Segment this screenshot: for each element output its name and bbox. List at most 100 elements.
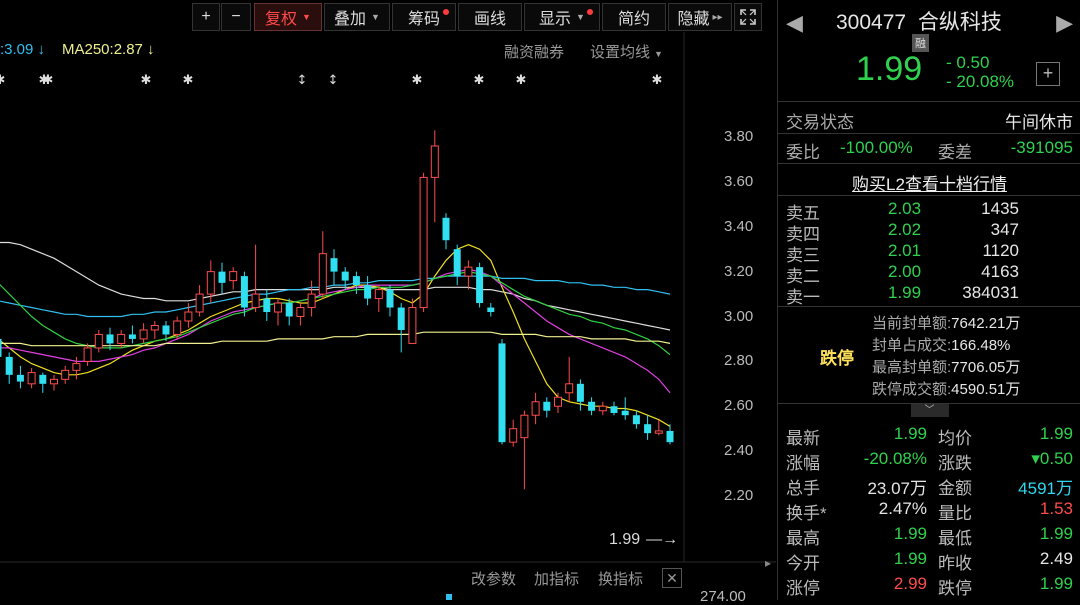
huaxian-button[interactable]: 画线 [458, 3, 522, 31]
jiazhibiao-link[interactable]: 加指标 [534, 568, 579, 589]
seal-row-2: 封单占成交:166.48% [872, 334, 1010, 355]
candle [218, 262, 226, 295]
event-marker-icon[interactable]: ↕ [328, 73, 339, 88]
stat-value: 1.99 [1039, 574, 1073, 593]
weibi-label: 委比 [786, 143, 820, 162]
fullscreen-button[interactable] [734, 3, 762, 31]
divider [778, 101, 1080, 102]
gaicanshu-link[interactable]: 改参数 [471, 568, 516, 589]
candle [61, 365, 70, 384]
event-marker-icon[interactable]: ✱ [43, 73, 54, 88]
event-marker-icon[interactable]: ✱ [652, 73, 663, 88]
stat-label: 涨停 [786, 579, 820, 598]
candle [195, 285, 204, 317]
candle [341, 267, 349, 290]
set-ma-link[interactable]: 设置均线 ▼ [590, 41, 663, 62]
stat-value: 1.53 [1039, 499, 1073, 518]
next-stock-arrow-icon[interactable]: ▶ [1056, 10, 1073, 36]
y-tick-label: 2.20 [724, 487, 754, 504]
candle [487, 303, 495, 317]
candle [610, 401, 618, 416]
candle [654, 419, 663, 436]
seal-label: 跌停成交额: [872, 381, 952, 398]
price-change-pct: - 20.08% [946, 72, 1015, 91]
notification-dot [587, 9, 593, 15]
xianshi-button[interactable]: 显示 ▼ [524, 3, 600, 31]
stat-value: ▾0.50 [1031, 449, 1073, 468]
candle [498, 338, 506, 445]
event-marker-icon[interactable]: ✱ [183, 73, 194, 88]
arrow-right-icon: —→ [646, 531, 679, 548]
y-tick-label: 3.80 [724, 128, 754, 145]
double-arrow-right-icon: ▸▸ [712, 11, 723, 23]
seal-row-3: 最高封单额:7706.05万 [872, 356, 1020, 377]
ask-price: 2.02 [888, 220, 922, 239]
candle [27, 368, 36, 389]
buy-l2-link[interactable]: 购买L2查看十档行情 [778, 170, 1080, 195]
ask-label: 卖一 [786, 288, 820, 307]
add-watchlist-button[interactable]: + [1036, 62, 1060, 86]
candle [39, 372, 47, 393]
huaxian-label: 画线 [473, 11, 506, 28]
diejia-button[interactable]: 叠加 ▼ [324, 3, 390, 31]
weicha-value: -391095 [1010, 138, 1073, 157]
event-marker-icon[interactable]: ✱ [474, 73, 485, 88]
zoom-out-button[interactable]: − [221, 3, 251, 31]
collapse-panel-icon[interactable]: ▸ [765, 556, 771, 570]
divider [778, 306, 1080, 307]
chouma-button[interactable]: 筹码 [392, 3, 456, 31]
kline-chart-area[interactable]: ✱✱✱✱✱↕↕✱✱✱✱ + − 复权▼ 叠加▼ 筹码 画线 显示▼ 简约 隐藏▸… [0, 0, 776, 605]
candle [72, 356, 81, 380]
candle [408, 298, 417, 344]
seal-value: 4590.51万 [951, 381, 1021, 398]
toolbar-plus: + [201, 8, 211, 25]
candle [464, 260, 473, 290]
candle [531, 392, 540, 425]
stat-value: 2.47% [878, 499, 927, 518]
prev-stock-arrow-icon[interactable]: ◀ [786, 10, 803, 36]
candle [229, 267, 238, 290]
candle [307, 280, 316, 317]
huanzhibiao-link[interactable]: 换指标 [598, 568, 643, 589]
stat-value: 1.99 [1039, 524, 1073, 543]
candle [666, 424, 674, 445]
fuquan-label: 复权 [265, 11, 298, 28]
candle [419, 172, 428, 313]
chevron-down-icon: ﹀ [910, 404, 949, 417]
kline-chart[interactable]: ✱✱✱✱✱↕↕✱✱✱✱ [0, 0, 776, 600]
candle [520, 410, 529, 490]
quote-panel: ◀ ▶ 300477 合纵科技 融 1.99 - 0.50 - 20.08% +… [777, 0, 1080, 600]
y-tick-label: 3.20 [724, 262, 754, 280]
trade-status-value: 午间休市 [1005, 113, 1073, 132]
last-price-tag: 1.99 —→ [609, 531, 678, 549]
stat-label: 金额 [938, 479, 972, 498]
close-indicator-button[interactable]: ✕ [662, 568, 682, 588]
zoom-in-button[interactable]: + [192, 3, 220, 31]
fuquan-button[interactable]: 复权 ▼ [254, 3, 322, 31]
event-marker-icon[interactable]: ✱ [516, 73, 527, 88]
jianyue-button[interactable]: 简约 [602, 3, 666, 31]
yincang-button[interactable]: 隐藏 ▸▸ [668, 3, 732, 31]
stat-label: 涨跌 [938, 454, 972, 473]
set-ma-label: 设置均线 [590, 44, 651, 61]
seal-label: 当前封单额: [872, 315, 952, 332]
divider [778, 163, 1080, 164]
rongzi-link[interactable]: 融资融券 [504, 41, 564, 62]
event-marker-icon[interactable]: ✱ [412, 73, 423, 88]
candle [374, 285, 383, 313]
caret-down-icon: ▼ [576, 12, 585, 22]
event-marker-icon[interactable]: ✱ [141, 73, 152, 88]
candle [442, 213, 450, 250]
expand-bar[interactable]: ﹀ [778, 403, 1080, 418]
close-icon: ✕ [666, 570, 678, 586]
event-marker-icon[interactable]: ↕ [297, 73, 308, 88]
candle [364, 276, 372, 306]
event-marker-icon[interactable]: ✱ [0, 73, 5, 88]
stat-value: 23.07万 [867, 479, 927, 498]
stat-label: 最新 [786, 429, 820, 448]
stat-label: 均价 [938, 429, 972, 448]
candle [0, 338, 2, 357]
divider [778, 195, 1080, 196]
stat-label: 涨幅 [786, 454, 820, 473]
stock-title: 300477 合纵科技 [836, 6, 1002, 36]
